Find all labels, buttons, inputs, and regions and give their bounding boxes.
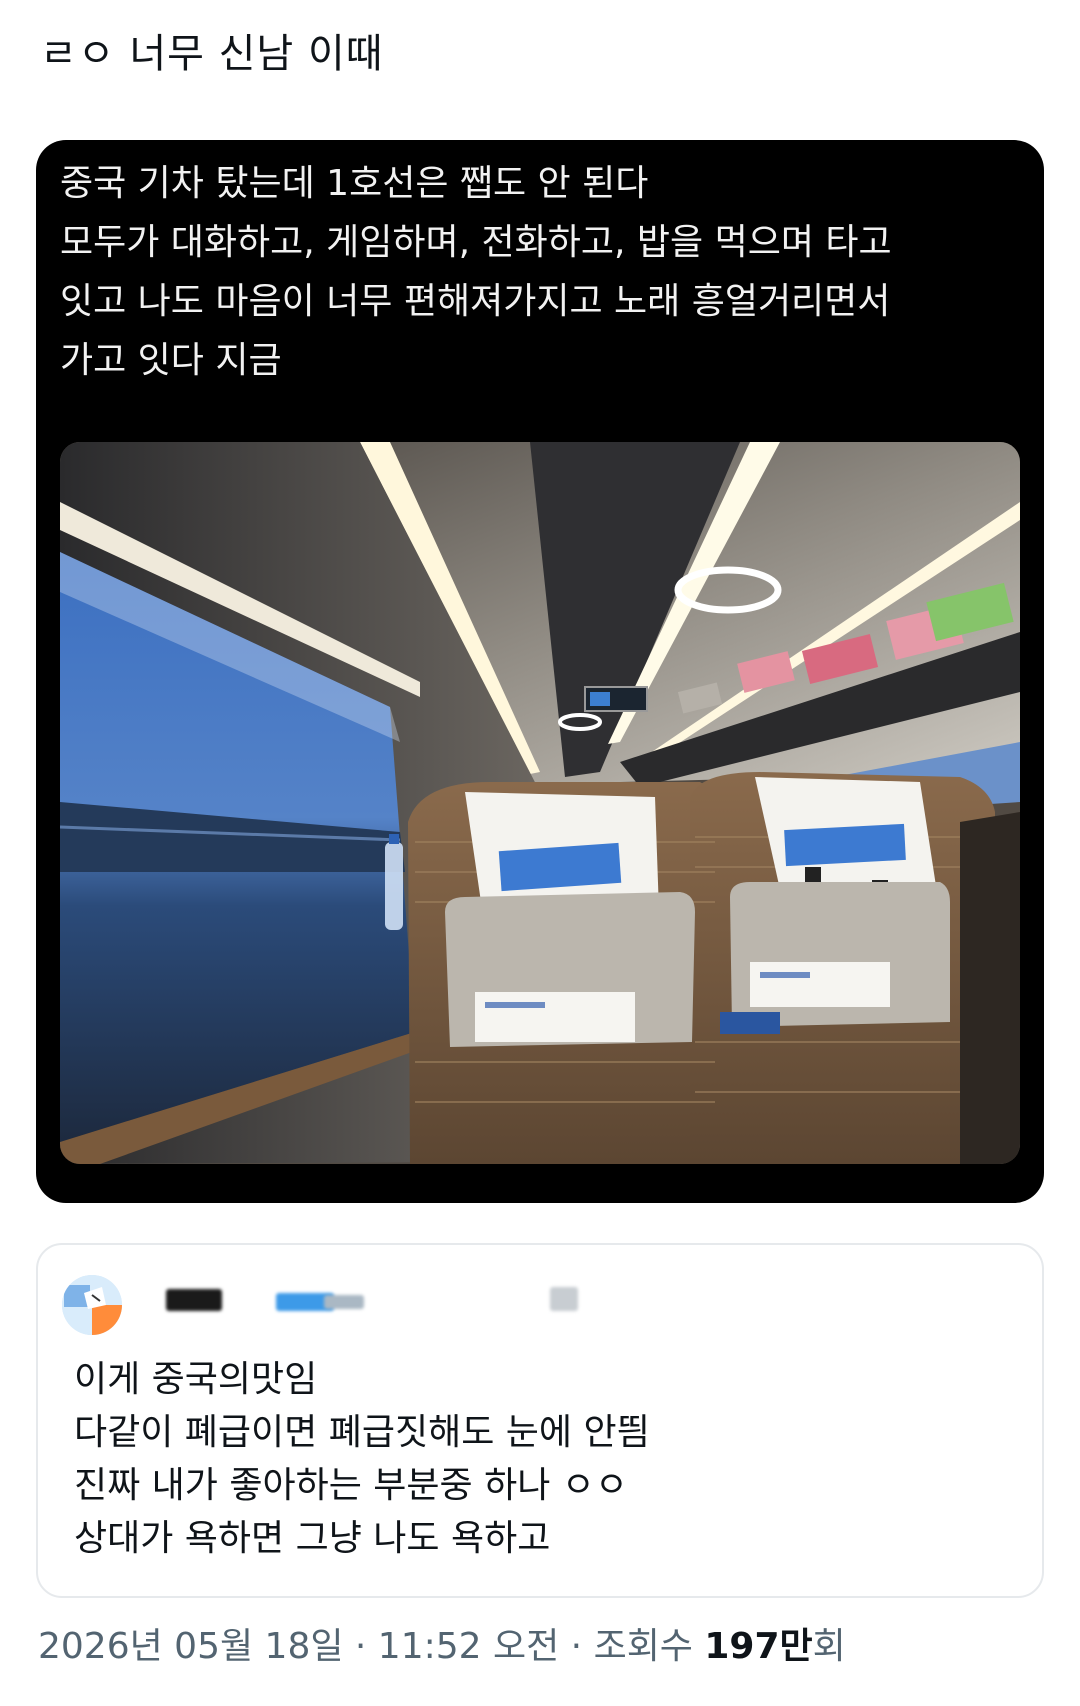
caption-line: 가고 잇다 지금 [60, 340, 282, 381]
redacted-display-name [166, 1289, 222, 1311]
media-caption: 중국 기차 탔는데 1호선은 쨉도 안 된다 모두가 대화하고, 게임하며, 전… [60, 154, 1020, 390]
avatar[interactable] [62, 1275, 122, 1335]
quote-line: 상대가 욕하면 그냥 나도 욕하고 [74, 1518, 551, 1559]
quoted-post-card[interactable]: 이게 중국의맛임 다같이 폐급이면 폐급짓해도 눈에 안띔 진짜 내가 좋아하는… [36, 1243, 1044, 1598]
quote-line: 이게 중국의맛임 [74, 1359, 318, 1400]
media-card[interactable]: 중국 기차 탔는데 1호선은 쨉도 안 된다 모두가 대화하고, 게임하며, 전… [36, 140, 1044, 1203]
views-suffix: 회 [812, 1626, 846, 1667]
post-meta: 2026년 05월 18일 · 11:52 오전 · 조회수 197만회 [38, 1622, 846, 1672]
train-interior-photo[interactable] [60, 442, 1020, 1164]
post-title: ㄹㅇ 너무 신남 이때 [40, 31, 384, 77]
post-date-time[interactable]: 2026년 05월 18일 · 11:52 오전 · 조회수 [38, 1626, 704, 1667]
quoted-post-text: 이게 중국의맛임 다같이 폐급이면 폐급짓해도 눈에 안띔 진짜 내가 좋아하는… [74, 1353, 650, 1565]
quoted-post-header [62, 1275, 762, 1335]
quote-line: 진짜 내가 좋아하는 부분중 하나 ㅇㅇ [74, 1465, 629, 1506]
caption-line: 중국 기차 탔는데 1호선은 쨉도 안 된다 [60, 163, 649, 204]
views-count: 197만 [704, 1626, 813, 1667]
quote-line: 다같이 폐급이면 폐급짓해도 눈에 안띔 [74, 1412, 650, 1453]
caption-line: 모두가 대화하고, 게임하며, 전화하고, 밥을 먹으며 타고 [60, 222, 892, 263]
redacted-handle [324, 1295, 364, 1309]
caption-line: 잇고 나도 마음이 너무 편해져가지고 노래 흥얼거리면서 [60, 281, 891, 322]
redacted-timestamp [550, 1287, 578, 1311]
